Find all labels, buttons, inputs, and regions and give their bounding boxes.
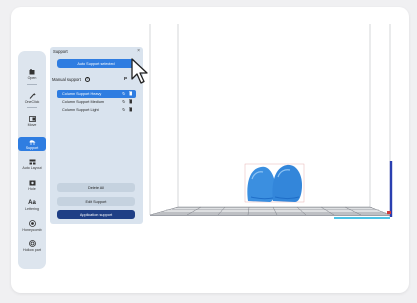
reset-icon[interactable]: ↻	[122, 99, 125, 105]
support-icon	[28, 138, 36, 145]
reset-icon[interactable]: ↻	[122, 107, 125, 113]
tool-auto-layout[interactable]: Auto Layout	[18, 158, 46, 170]
tool-lettering[interactable]: Aa Lettering	[18, 199, 46, 212]
build-plate-grid	[149, 206, 391, 216]
list-item[interactable]: Column Support Heavy ↻	[57, 90, 136, 98]
honeycomb-icon	[28, 220, 36, 227]
magic-wand-icon	[28, 92, 36, 99]
manual-support-label: Manual support	[52, 76, 81, 82]
list-item-actions: ↻	[122, 99, 132, 105]
close-icon[interactable]: ×	[137, 48, 140, 54]
tool-oneclick[interactable]: OneClick	[18, 92, 46, 104]
tool-label: Hollow part	[23, 248, 41, 252]
manual-support-row: Manual support ? P	[52, 75, 140, 83]
move-icon	[28, 115, 36, 122]
tool-support[interactable]: Support	[18, 137, 46, 151]
tool-move[interactable]: Move	[18, 115, 46, 127]
tool-label: Honeycomb	[22, 228, 42, 232]
tool-label: Lettering	[25, 207, 39, 211]
reset-icon[interactable]: ↻	[122, 91, 125, 97]
hollow-part-icon	[28, 240, 36, 247]
tool-honeycomb[interactable]: Honeycomb	[18, 220, 46, 232]
list-item-actions: ↻	[122, 107, 132, 113]
support-type-list: Column Support Heavy ↻ Column Support Me…	[57, 90, 136, 114]
open-file-icon	[28, 68, 36, 75]
mouse-cursor-icon	[131, 58, 148, 84]
panel-title: Support	[53, 49, 68, 54]
tool-label: Auto Layout	[22, 166, 42, 170]
divider	[27, 107, 37, 108]
list-item-label: Column Support Light	[62, 108, 99, 112]
list-item[interactable]: Column Support Light ↻	[57, 106, 136, 114]
divider	[27, 84, 37, 85]
layout-icon	[28, 158, 36, 165]
main-window: Open OneClick Move Support Auto Layout H…	[11, 7, 409, 293]
dental-model[interactable]	[244, 163, 305, 203]
lettering-icon: Aa	[28, 199, 36, 206]
hole-icon	[28, 179, 36, 186]
tool-hollow-part[interactable]: Hollow part	[18, 240, 46, 252]
app-background: Open OneClick Move Support Auto Layout H…	[0, 0, 417, 303]
help-icon[interactable]: ?	[84, 76, 90, 82]
auto-support-button[interactable]: Auto Support selected	[57, 59, 135, 68]
apply-support-button[interactable]: Application support	[57, 210, 135, 219]
tool-label: Open	[27, 76, 37, 80]
trash-icon[interactable]	[128, 107, 132, 113]
edit-support-button[interactable]: Edit Support	[57, 197, 135, 206]
trash-icon[interactable]	[128, 99, 132, 105]
tool-label: OneClick	[24, 100, 40, 104]
plate-edge	[150, 215, 391, 219]
list-item[interactable]: Column Support Medium ↻	[57, 98, 136, 106]
manual-support-toggle[interactable]: P	[124, 76, 127, 81]
tool-hole[interactable]: Hole	[18, 179, 46, 191]
left-toolbar: Open OneClick Move Support Auto Layout H…	[18, 51, 46, 269]
axis-indicator	[387, 161, 393, 217]
tool-open[interactable]: Open	[18, 68, 46, 80]
tool-label: Move	[27, 123, 37, 127]
trash-icon[interactable]	[128, 91, 132, 97]
delete-all-button[interactable]: Delete All	[57, 183, 135, 192]
list-item-label: Column Support Heavy	[62, 92, 102, 96]
list-item-label: Column Support Medium	[62, 100, 104, 104]
tool-label: Support	[25, 146, 39, 150]
tool-label: Hole	[28, 187, 36, 191]
list-item-actions: ↻	[122, 91, 132, 97]
